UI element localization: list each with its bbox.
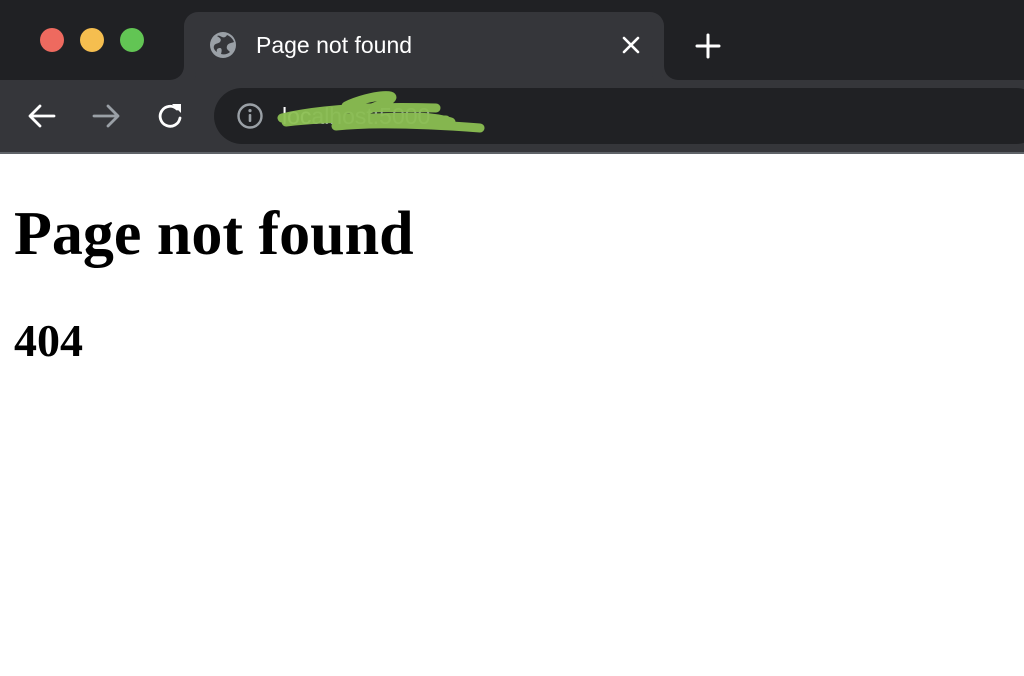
window-minimize-button[interactable]	[80, 28, 104, 52]
info-icon[interactable]	[236, 102, 264, 130]
page-heading: Page not found	[14, 200, 414, 268]
status-code: 404	[14, 315, 83, 366]
page-content: Page not found 404	[0, 154, 1024, 676]
globe-icon	[208, 30, 238, 60]
new-tab-plus-icon[interactable]	[694, 32, 722, 60]
back-arrow-icon[interactable]	[26, 100, 58, 132]
tab-strip: Page not found	[0, 0, 1024, 80]
close-tab-icon[interactable]	[620, 34, 642, 56]
window-maximize-button[interactable]	[120, 28, 144, 52]
redaction-scribble	[276, 88, 486, 138]
window-close-button[interactable]	[40, 28, 64, 52]
reload-icon[interactable]	[155, 100, 187, 132]
forward-arrow-icon[interactable]	[90, 100, 122, 132]
tab-active[interactable]: Page not found	[184, 12, 664, 80]
tab-title: Page not found	[256, 32, 413, 58]
browser-toolbar: localhost:5000	[0, 80, 1024, 152]
address-bar[interactable]: localhost:5000	[214, 88, 1024, 144]
